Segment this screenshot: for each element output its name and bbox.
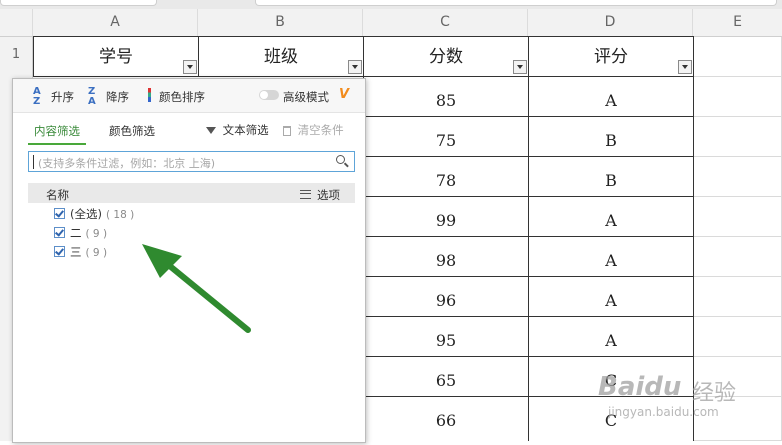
- annotation-arrow: [142, 244, 251, 333]
